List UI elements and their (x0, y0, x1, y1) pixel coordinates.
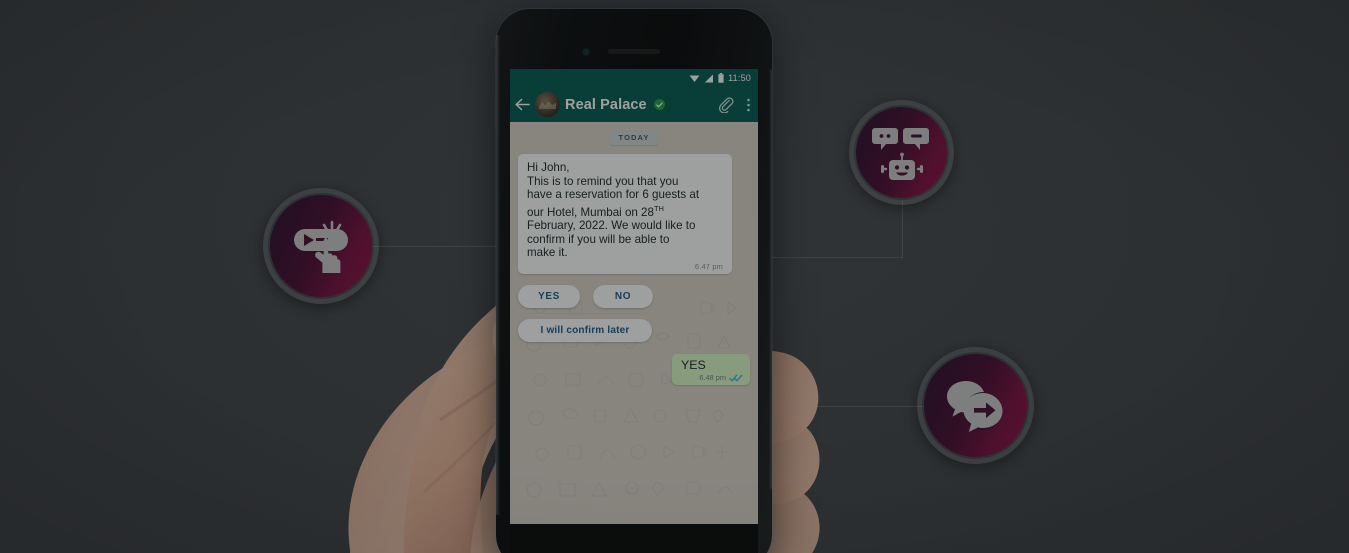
tap-button-icon (294, 220, 348, 273)
chat-send-arrow-icon (946, 380, 1002, 432)
quick-reply-no-button[interactable]: NO (593, 285, 653, 309)
quick-reply-confirm-later-button[interactable]: I will confirm later (518, 319, 652, 343)
signal-icon (704, 74, 714, 82)
front-camera (583, 49, 589, 55)
chatbot-robot-icon (871, 127, 929, 180)
phone-screen-bottom-bezel (510, 524, 758, 553)
incoming-message-time: 6.47 pm (694, 262, 723, 272)
scene-backdrop: 11:50 Real Palace TODAY Hi John, This is… (0, 0, 1349, 553)
battery-icon (718, 73, 724, 83)
check-glyph (655, 101, 663, 107)
feature-node-click-to-action[interactable] (263, 188, 379, 304)
msg-line-3: our Hotel, Mumbai on 28TH (527, 203, 664, 219)
status-bar-time: 11:50 (728, 72, 751, 83)
msg-line-5: confirm if you will be able to (527, 232, 670, 246)
msg-line-3-text: our Hotel, Mumbai on 28 (527, 205, 654, 219)
quick-reply-row-primary: YES NO (518, 285, 750, 309)
verified-check-icon (653, 99, 665, 110)
earpiece-speaker (608, 49, 660, 54)
incoming-message-text: Hi John, This is to remind you that you … (527, 161, 723, 260)
outgoing-message-bubble[interactable]: YES 6.48 pm (672, 354, 750, 386)
overflow-menu-icon[interactable] (746, 97, 751, 113)
msg-line-1: This is to remind you that you (527, 174, 679, 188)
phone-edge-highlight-right (769, 69, 772, 489)
msg-line-greeting: Hi John, (527, 161, 570, 174)
smartphone-device: 11:50 Real Palace TODAY Hi John, This is… (496, 9, 772, 553)
back-arrow-icon[interactable] (515, 98, 530, 111)
phone-screen: 11:50 Real Palace TODAY Hi John, This is… (510, 69, 758, 524)
date-divider-chip: TODAY (609, 130, 659, 145)
msg-ordinal-suffix: TH (653, 203, 664, 213)
icon-disc (924, 354, 1027, 457)
feature-node-chatbot[interactable] (849, 100, 954, 205)
icon-disc (856, 107, 947, 198)
msg-line-6: make it. (527, 246, 568, 260)
paperclip-icon[interactable] (718, 96, 734, 113)
icon-disc (270, 195, 372, 297)
feature-node-message-forward[interactable] (917, 347, 1034, 464)
msg-line-4: February, 2022. We would like to (527, 219, 696, 233)
phone-edge-highlight-left (496, 35, 500, 515)
read-double-check-icon (729, 374, 743, 381)
msg-line-2: have a reservation for 6 guests at (527, 188, 700, 202)
outgoing-message-text: YES (681, 358, 706, 373)
date-divider-row: TODAY (518, 130, 750, 145)
wifi-icon (689, 75, 700, 82)
quick-reply-yes-button[interactable]: YES (518, 285, 580, 309)
incoming-message-bubble[interactable]: Hi John, This is to remind you that you … (518, 154, 732, 275)
outgoing-message-meta: 6.48 pm (681, 373, 743, 382)
outgoing-message-row: YES 6.48 pm (518, 354, 750, 386)
page-title: Real Palace (565, 96, 647, 113)
chat-app-bar: Real Palace (510, 87, 758, 122)
status-bar: 11:50 (510, 69, 758, 87)
avatar[interactable] (535, 92, 560, 117)
connector-line-bot-vertical (902, 200, 903, 258)
outgoing-message-time: 6.48 pm (699, 373, 726, 383)
chat-message-list[interactable]: TODAY Hi John, This is to remind you tha… (510, 122, 758, 524)
